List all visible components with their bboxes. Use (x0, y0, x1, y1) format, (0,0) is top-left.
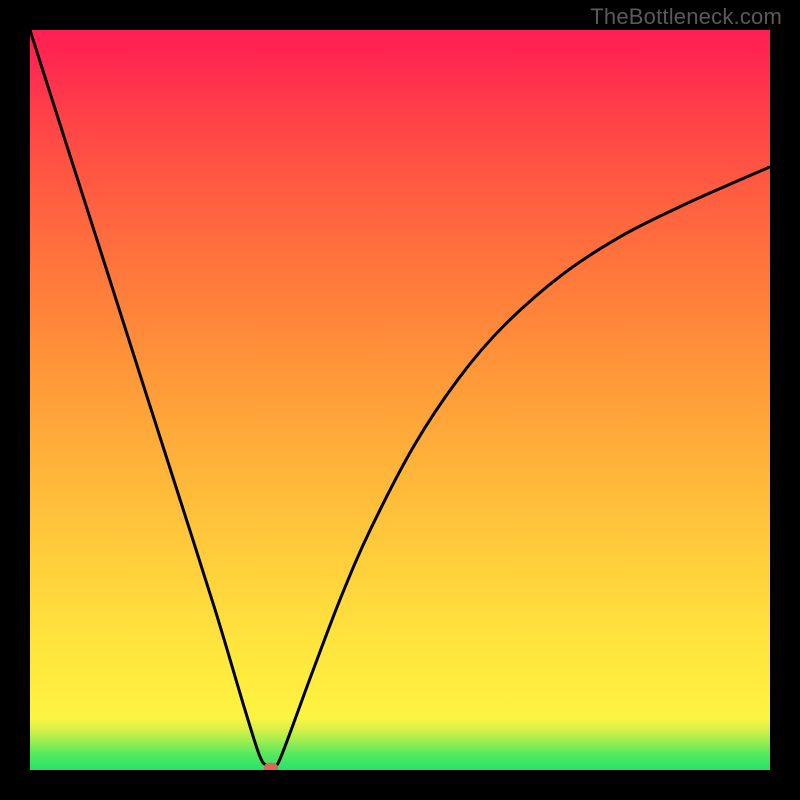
minimum-marker (264, 762, 278, 770)
curve-svg (30, 30, 770, 770)
plot-area (30, 30, 770, 770)
bottleneck-curve (30, 30, 770, 767)
watermark-text: TheBottleneck.com (590, 4, 782, 30)
chart-frame: TheBottleneck.com (0, 0, 800, 800)
